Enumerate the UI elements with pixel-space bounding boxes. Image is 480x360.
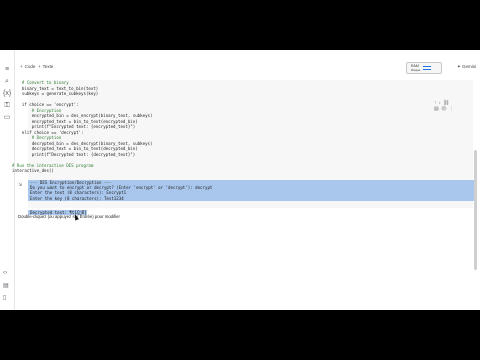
code-line: encrypted_bin = des_encrypt(binary_text,… <box>12 113 153 118</box>
code-line: # Encryption <box>12 107 62 113</box>
add-text-label: Texte <box>42 64 54 69</box>
notebook-window: ≡ ⌕ {x} ⚿ ▭ ‹› ▤ ▯ + Code + Texte RAM Di… <box>0 50 480 310</box>
code-line: # Convert to binary <box>12 80 69 85</box>
scrollbar[interactable] <box>474 150 477 270</box>
runtime-status-button[interactable]: RAM Disque <box>406 62 442 74</box>
plus-icon: + <box>20 64 23 69</box>
output-line: Enter the key (8 characters): Test1234 <box>28 195 476 201</box>
code-line: interactive_des() <box>12 168 54 173</box>
search-icon[interactable]: ⌕ <box>3 78 11 86</box>
add-text-button[interactable]: + Texte <box>38 64 53 69</box>
cell-output: ⇲ --- DES Encryption/Decryption --- Do yo… <box>18 180 476 215</box>
folder-icon[interactable]: ▭ <box>3 114 11 122</box>
add-code-button[interactable]: + Code <box>20 64 35 69</box>
code-line: # Run the interactive DES program <box>12 162 94 168</box>
command-palette-icon[interactable]: ▤ <box>3 282 9 289</box>
text-cell-hint[interactable]: Double-cliquez (ou appuyez sur Entrée) p… <box>18 214 120 219</box>
gemini-sparkle-icon: ✦ <box>457 64 461 69</box>
add-code-label: Code <box>24 64 36 69</box>
secrets-key-icon[interactable]: ⚿ <box>3 102 11 110</box>
code-line: if choice == 'encrypt': <box>12 102 79 107</box>
code-line: # Decryption <box>12 135 62 140</box>
code-line: subkeys = generate_subkeys(key) <box>12 91 99 96</box>
menu-icon[interactable]: ≡ <box>3 66 11 74</box>
output-actions-icon[interactable]: ⇲ <box>18 182 22 188</box>
terminal-icon[interactable]: ▯ <box>3 294 6 301</box>
settings-icon[interactable]: ⚙ <box>441 106 449 112</box>
disk-label: Disque <box>411 68 421 72</box>
code-editor[interactable]: # Convert to binary binary_text = text_t… <box>12 80 153 174</box>
variables-icon[interactable]: {x} <box>3 90 11 98</box>
cell-toolbar: ↑↓⛓▤⚙⋮ <box>434 100 473 112</box>
code-line: print(f"Encrypted text: {encrypted_text}… <box>12 124 136 129</box>
code-snippets-icon[interactable]: ‹› <box>3 270 7 276</box>
code-line: elif choice == 'decrypt': <box>12 129 84 135</box>
more-options-icon[interactable]: ⋮ <box>449 106 456 112</box>
disk-meter <box>423 69 431 70</box>
plus-icon: + <box>38 64 41 69</box>
code-line: binary_text = text_to_bin(text) <box>12 85 99 91</box>
toolbar: + Code + Texte RAM Disque ✦ Gemini ⌃ <box>14 62 480 74</box>
ram-meter <box>423 66 431 67</box>
code-line: decrypted_bin = des_decrypt(binary_text,… <box>12 140 153 146</box>
comment-icon[interactable]: ▤ <box>434 106 441 112</box>
gemini-button[interactable]: ✦ Gemini <box>457 64 476 70</box>
gemini-label: Gemini <box>462 64 477 69</box>
code-line: decrypted_text = bin_to_text(decrypted_b… <box>12 146 138 151</box>
code-line: print(f"Decrypted text: {decrypted_text}… <box>12 151 136 157</box>
code-line: encrypted_text = bin_to_text(encrypted_b… <box>12 118 138 124</box>
output-text: --- DES Encryption/Decryption --- Do you … <box>28 180 476 219</box>
